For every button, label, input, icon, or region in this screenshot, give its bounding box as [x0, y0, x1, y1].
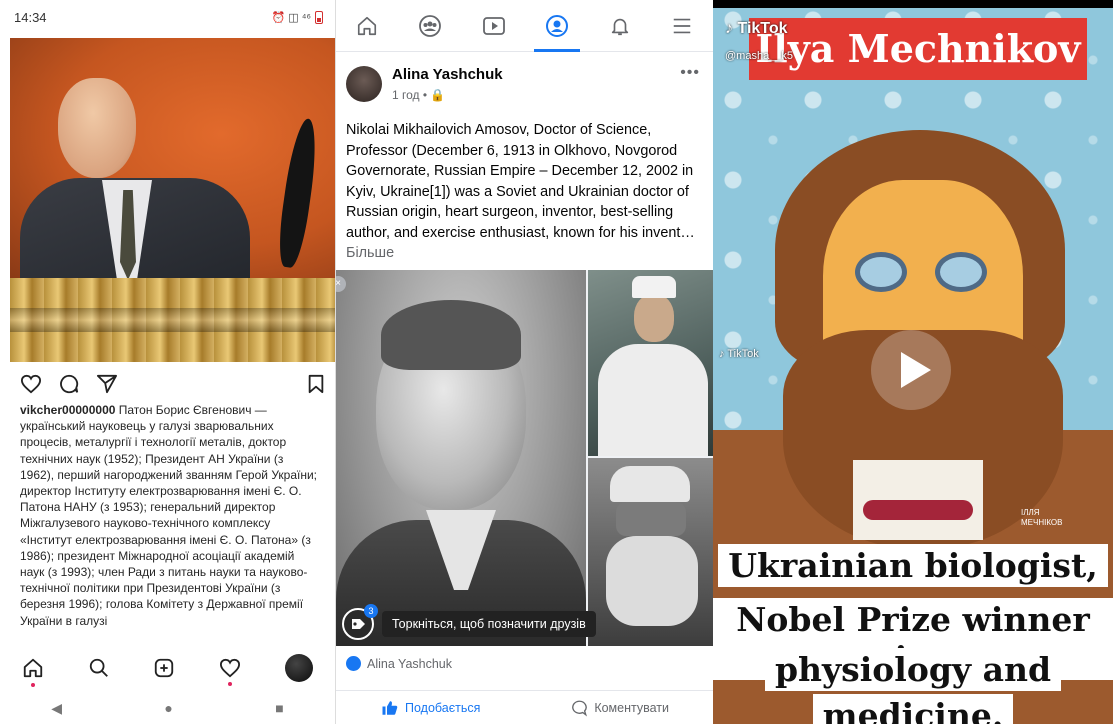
- active-tab-indicator: [534, 49, 580, 52]
- post-photo[interactable]: [10, 38, 335, 362]
- illustration-signature: ІЛЛЯ МЕЧНІКОВ: [1021, 508, 1063, 527]
- comment-icon: [572, 700, 588, 717]
- home-button[interactable]: ●: [164, 700, 172, 716]
- author-avatar[interactable]: [346, 66, 382, 102]
- profile-icon[interactable]: [545, 14, 569, 38]
- photo-eyes: [616, 502, 686, 536]
- recents-button[interactable]: ■: [275, 700, 283, 716]
- home-icon[interactable]: [22, 657, 44, 687]
- notifications-icon[interactable]: [609, 15, 631, 37]
- bottom-nav: [0, 646, 335, 690]
- photo-machine: [10, 278, 335, 362]
- tag-count-badge: 3: [364, 604, 378, 618]
- photo-face: [634, 294, 674, 342]
- author-name[interactable]: Alina Yashchuk: [392, 66, 503, 83]
- caption-line-4: medicine.: [713, 694, 1113, 724]
- creator-handle: @masha__k5: [725, 50, 794, 62]
- post-text: Nikolai Mikhailovich Amosov, Doctor of S…: [346, 120, 708, 264]
- see-more-link[interactable]: Більше: [346, 245, 394, 261]
- photo-side-top[interactable]: [588, 270, 713, 456]
- status-bar: 14:34 ⏰ ◫ ⁴⁶: [0, 0, 335, 34]
- photo-mask: [606, 536, 698, 626]
- caption-line-1: Ukrainian biologist,: [713, 544, 1113, 587]
- post-caption: vikcher00000000 Патон Борис Євгенович — …: [20, 402, 320, 628]
- comment-button[interactable]: Коментувати: [570, 699, 669, 717]
- photo-side-bottom[interactable]: [588, 458, 713, 646]
- like-button[interactable]: Подобається: [381, 699, 480, 717]
- photo-cap: [632, 276, 676, 298]
- activity-icon[interactable]: [219, 658, 241, 686]
- post-action-bar: Подобається Коментувати: [336, 690, 713, 724]
- instagram-panel: 14:34 ⏰ ◫ ⁴⁶ vikcher00000000 Патон Борис: [0, 0, 335, 724]
- post-photos: × 3 Торкніться, щоб позначити друзів: [336, 270, 713, 646]
- tiktok-watermark: ♪ TikTok: [719, 348, 759, 360]
- illustration-glasses-right: [935, 252, 987, 292]
- tiktok-watermark-text: TikTok: [727, 348, 759, 360]
- caption-text-4: medicine.: [812, 694, 1014, 724]
- photo-head: [58, 78, 136, 178]
- more-options-button[interactable]: •••: [680, 64, 700, 82]
- play-button[interactable]: [871, 330, 951, 410]
- watch-icon[interactable]: [482, 15, 506, 37]
- system-nav: ◀ ● ■: [0, 692, 335, 724]
- tag-hint: Торкніться, щоб позначити друзів: [382, 611, 596, 637]
- photo-main[interactable]: [336, 270, 586, 646]
- groups-icon[interactable]: [418, 14, 442, 38]
- post-body: Nikolai Mikhailovich Amosov, Doctor of S…: [346, 122, 695, 241]
- add-icon[interactable]: [153, 657, 175, 679]
- caption-text-3: physiology and: [764, 648, 1062, 691]
- illustration-bowtie: [863, 500, 973, 520]
- tag-friends-button[interactable]: 3: [342, 604, 378, 640]
- comment-label: Коментувати: [594, 700, 670, 715]
- status-time: 14:34: [14, 9, 47, 25]
- photo-coat: [598, 344, 708, 456]
- photo-hair: [381, 300, 521, 370]
- like-reaction-icon: [346, 656, 361, 671]
- tiktok-panel[interactable]: ІЛЛЯ МЕЧНІКОВ Ilya Mechnikov ♪ TikTok @m…: [713, 0, 1113, 724]
- thumbs-up-icon: [382, 700, 398, 715]
- home-icon[interactable]: [356, 15, 378, 37]
- caption-text-1: Ukrainian biologist,: [718, 544, 1108, 587]
- top-nav: [336, 0, 713, 52]
- back-button[interactable]: ◀: [51, 700, 62, 717]
- profile-avatar[interactable]: [285, 654, 314, 682]
- caption-line-3: physiology and: [713, 648, 1113, 691]
- tiktok-logo-text: TikTok: [737, 20, 788, 37]
- tiktok-logo: ♪ TikTok: [725, 20, 788, 37]
- reactor-name: Alina Yashchuk: [367, 656, 453, 671]
- comment-icon[interactable]: [58, 373, 80, 395]
- home-notification-dot: [30, 683, 35, 687]
- caption-text: Патон Борис Євгенович — український наук…: [20, 403, 317, 628]
- menu-icon[interactable]: [671, 16, 693, 36]
- video-title: Ilya Mechnikov: [749, 18, 1087, 80]
- facebook-panel: Alina Yashchuk 1 год • 🔒 ••• Nikolai Mik…: [335, 0, 713, 724]
- post-meta: 1 год • 🔒: [392, 88, 446, 102]
- top-letterbox: [713, 0, 1113, 8]
- heart-icon[interactable]: [20, 374, 42, 394]
- status-icons: ⏰ ◫ ⁴⁶: [271, 10, 323, 24]
- activity-notification-dot: [228, 682, 233, 686]
- bookmark-icon[interactable]: [307, 374, 325, 394]
- post-actions: [20, 372, 325, 396]
- post-header: Alina Yashchuk 1 год • 🔒 •••: [346, 62, 706, 112]
- battery-icon: [315, 10, 323, 24]
- search-icon[interactable]: [88, 657, 110, 679]
- reactions-summary[interactable]: Alina Yashchuk: [346, 656, 452, 671]
- send-icon[interactable]: [96, 374, 118, 394]
- illustration-glasses-left: [855, 252, 907, 292]
- like-label: Подобається: [404, 700, 481, 715]
- caption-username[interactable]: vikcher00000000: [20, 403, 115, 417]
- status-icons-text: ⏰ ◫ ⁴⁶: [271, 11, 311, 24]
- photo-cap: [610, 466, 690, 502]
